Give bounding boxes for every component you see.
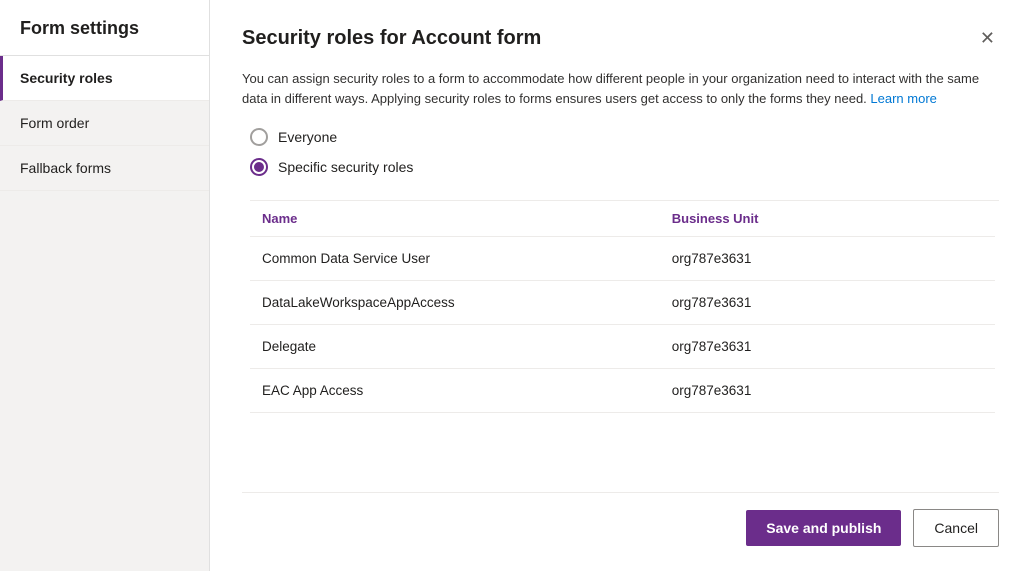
cell-name: EAC App Access <box>250 369 660 413</box>
sidebar-item-form-order[interactable]: Form order <box>0 101 209 146</box>
table-row: Common Data Service User org787e3631 <box>250 237 995 281</box>
roles-table-wrapper[interactable]: Name Business Unit Common Data Service U… <box>250 200 999 484</box>
description-text: You can assign security roles to a form … <box>242 69 982 108</box>
dialog-header: Security roles for Account form ✕ <box>242 24 999 53</box>
sidebar-title: Form settings <box>0 0 209 56</box>
cell-name: Delegate <box>250 325 660 369</box>
roles-table: Name Business Unit Common Data Service U… <box>250 201 995 413</box>
cell-business-unit: org787e3631 <box>660 237 995 281</box>
save-publish-button[interactable]: Save and publish <box>746 510 901 546</box>
cell-business-unit: org787e3631 <box>660 369 995 413</box>
col-header-business-unit: Business Unit <box>660 201 995 237</box>
radio-everyone[interactable]: Everyone <box>250 128 999 146</box>
table-body: Common Data Service User org787e3631 Dat… <box>250 237 995 413</box>
sidebar: Form settings Security roles Form order … <box>0 0 210 571</box>
table-row: DataLakeWorkspaceAppAccess org787e3631 <box>250 281 995 325</box>
main-panel: Security roles for Account form ✕ You ca… <box>210 0 1031 571</box>
dialog-title: Security roles for Account form <box>242 27 541 50</box>
table-row: Delegate org787e3631 <box>250 325 995 369</box>
sidebar-nav: Security roles Form order Fallback forms <box>0 56 209 191</box>
radio-specific[interactable]: Specific security roles <box>250 158 999 176</box>
col-header-name: Name <box>250 201 660 237</box>
cell-name: Common Data Service User <box>250 237 660 281</box>
cell-business-unit: org787e3631 <box>660 281 995 325</box>
learn-more-link[interactable]: Learn more <box>870 91 936 106</box>
cancel-button[interactable]: Cancel <box>913 509 999 547</box>
table-header-row: Name Business Unit <box>250 201 995 237</box>
dialog-footer: Save and publish Cancel <box>242 492 999 547</box>
radio-specific-input[interactable] <box>250 158 268 176</box>
radio-everyone-input[interactable] <box>250 128 268 146</box>
table-row: EAC App Access org787e3631 <box>250 369 995 413</box>
sidebar-item-security-roles[interactable]: Security roles <box>0 56 209 101</box>
sidebar-item-fallback-forms[interactable]: Fallback forms <box>0 146 209 191</box>
cell-business-unit: org787e3631 <box>660 325 995 369</box>
radio-group: Everyone Specific security roles <box>242 128 999 176</box>
close-button[interactable]: ✕ <box>976 24 999 53</box>
cell-name: DataLakeWorkspaceAppAccess <box>250 281 660 325</box>
